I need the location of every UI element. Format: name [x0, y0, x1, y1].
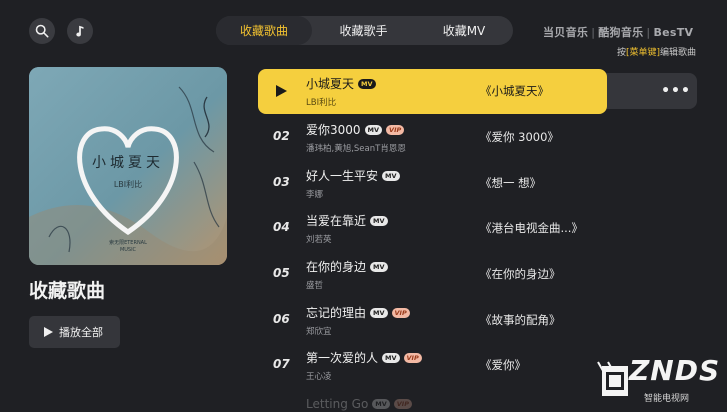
mv-badge: MV: [364, 124, 383, 135]
song-number: 07: [273, 357, 290, 371]
playing-icon: [276, 85, 287, 97]
song-artist: 郑欣宜: [306, 327, 332, 337]
playlist-title: 收藏歌曲: [29, 280, 106, 302]
song-title: 当爱在靠近 MV: [306, 212, 388, 229]
music-button[interactable]: [67, 18, 93, 44]
song-artist: 盛哲: [306, 281, 324, 291]
play-all-label: 播放全部: [59, 326, 103, 339]
mv-badge: MV: [358, 78, 376, 89]
song-title: 好人一生平安 MV: [306, 167, 400, 184]
play-icon: [44, 327, 53, 337]
tab-favorite-songs[interactable]: 收藏歌曲: [216, 16, 312, 45]
vip-badge: VIP: [391, 307, 410, 318]
more-options-icon[interactable]: •••: [661, 80, 690, 102]
song-title: 小城夏天 MV: [306, 75, 376, 92]
song-row[interactable]: 05 在你的身边 MV 盛哲 《在你的身边》: [258, 252, 607, 296]
brand-dangbei: 当贝音乐: [543, 26, 589, 39]
song-row-active[interactable]: 小城夏天 MV LBI利比 《小城夏天》: [258, 69, 607, 114]
vip-badge: VIP: [393, 399, 412, 409]
song-artist: 王心凌: [306, 372, 332, 382]
watermark-logo: ZNDS: [629, 354, 721, 387]
cover-label-text-2: MUSIC: [120, 247, 137, 253]
watermark-subtitle: 智能电视网: [644, 394, 690, 404]
song-number: 05: [273, 266, 290, 280]
brand-logos: 当贝音乐 | 酷狗音乐 | BesTV: [543, 26, 694, 39]
vip-badge: VIP: [386, 124, 405, 135]
tab-favorite-artists[interactable]: 收藏歌手: [312, 16, 415, 45]
song-artist: 李娜: [306, 190, 324, 200]
watermark: ZNDS 智能电视网: [594, 352, 727, 412]
cover-artist-text: LBI利比: [114, 179, 142, 189]
search-button[interactable]: [29, 18, 55, 44]
song-row-partial[interactable]: Letting Go MV VIP: [258, 391, 607, 412]
song-album: 《故事的配角》: [480, 313, 561, 327]
song-row[interactable]: 02 爱你3000 MV VIP 潘玮柏,黄旭,SeanT肖恩恩 《爱你 3000》: [258, 115, 607, 159]
song-row[interactable]: 07 第一次爱的人 MV VIP 王心凌 《爱你》: [258, 343, 607, 387]
search-icon: [35, 24, 49, 38]
song-title: 第一次爱的人 MV VIP: [306, 349, 422, 366]
cover-art: 小城夏天 LBI利比 索无限ETERNAL MUSIC: [29, 67, 227, 265]
song-album: 《港台电视金曲...》: [480, 221, 583, 235]
cover-title-text: 小城夏天: [92, 155, 164, 171]
song-artist: 刘若英: [306, 235, 332, 245]
mv-badge: MV: [370, 215, 388, 226]
tab-favorite-mv[interactable]: 收藏MV: [415, 16, 513, 45]
mv-badge: MV: [382, 352, 400, 363]
song-title: 爱你3000 MV VIP: [306, 121, 405, 138]
music-note-icon: [76, 25, 84, 37]
song-title: 在你的身边 MV: [306, 258, 388, 275]
tv-logo-icon: [597, 361, 628, 396]
song-album: 《小城夏天》: [480, 84, 549, 98]
mv-badge: MV: [370, 261, 388, 272]
song-title: 忘记的理由 MV VIP: [306, 304, 410, 321]
song-number: 02: [273, 129, 290, 143]
song-number: 04: [273, 220, 290, 234]
song-number: 03: [273, 175, 290, 189]
mv-badge: MV: [372, 399, 390, 409]
song-row[interactable]: 06 忘记的理由 MV VIP 郑欣宜 《故事的配角》: [258, 298, 607, 342]
song-album: 《想一 想》: [480, 176, 542, 190]
song-album: 《在你的身边》: [480, 267, 561, 281]
song-row[interactable]: 04 当爱在靠近 MV 刘若英 《港台电视金曲...》: [258, 206, 607, 250]
song-number: 06: [273, 312, 290, 326]
vip-badge: VIP: [403, 352, 422, 363]
song-title: Letting Go MV VIP: [306, 397, 412, 411]
brand-bestv: BesTV: [653, 26, 694, 39]
tab-bar: 收藏歌曲 收藏歌手 收藏MV: [216, 16, 513, 45]
album-cover: 小城夏天 LBI利比 索无限ETERNAL MUSIC: [29, 67, 227, 265]
song-album: 《爱你 3000》: [480, 130, 559, 144]
song-artist: LBI利比: [306, 98, 337, 108]
brand-kugou: 酷狗音乐: [598, 26, 644, 39]
mv-badge: MV: [382, 170, 400, 181]
mv-badge: MV: [370, 307, 388, 318]
top-bar: 收藏歌曲 收藏歌手 收藏MV 当贝音乐 | 酷狗音乐 | BesTV 按[菜单键]编辑歌…: [0, 0, 727, 64]
cover-label-text: 索无限ETERNAL: [109, 239, 147, 246]
song-artist: 潘玮柏,黄旭,SeanT肖恩恩: [306, 144, 406, 154]
menu-key-hint: 按[菜单键]编辑歌曲: [617, 48, 697, 58]
song-row[interactable]: 03 好人一生平安 MV 李娜 《想一 想》: [258, 161, 607, 205]
play-all-button[interactable]: 播放全部: [29, 316, 120, 348]
song-album: 《爱你》: [480, 358, 526, 372]
